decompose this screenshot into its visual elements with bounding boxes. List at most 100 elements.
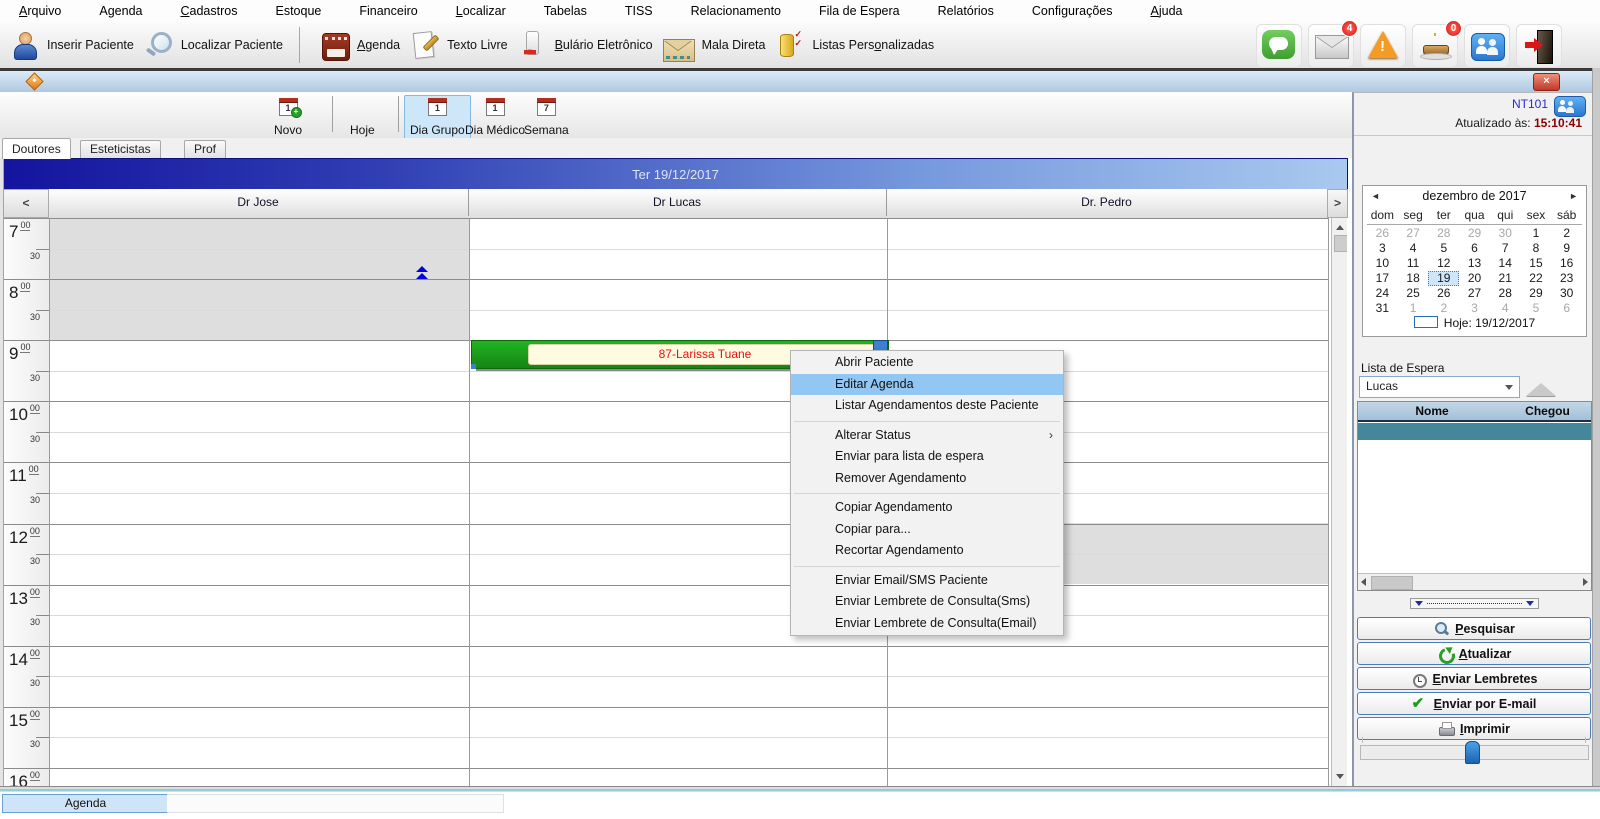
calendar-day-20[interactable]: 20: [1459, 271, 1490, 286]
calendar-day-31[interactable]: 31: [1367, 301, 1398, 316]
menubar-item-relat-rios[interactable]: Relatórios: [919, 4, 1013, 18]
menubar-item-agenda[interactable]: Agenda: [80, 4, 161, 18]
calendar-day-27[interactable]: 27: [1459, 286, 1490, 301]
people-chat-icon[interactable]: [1554, 96, 1586, 117]
new-appointment-button[interactable]: + Novo: [268, 95, 308, 140]
calendar-day-16[interactable]: 16: [1551, 256, 1582, 271]
waiting-list-doctor-select[interactable]: Lucas: [1359, 376, 1520, 398]
enviar-por-e-mail-button[interactable]: Enviar por E-mail: [1357, 692, 1591, 715]
menu-item-abrir-paciente[interactable]: Abrir Paciente: [791, 352, 1063, 374]
calendar-day-6[interactable]: 6: [1551, 301, 1582, 316]
menubar-item-cadastros[interactable]: Cadastros: [162, 4, 257, 18]
calendar-day-30[interactable]: 30: [1551, 286, 1582, 301]
calendar-day-6[interactable]: 6: [1459, 241, 1490, 256]
panel-splitter[interactable]: [1410, 598, 1539, 609]
calendar-day-4[interactable]: 4: [1398, 241, 1429, 256]
scroll-right-arrow[interactable]: [1583, 578, 1588, 586]
scroll-up-arrow[interactable]: [1332, 220, 1347, 235]
calendar-day-25[interactable]: 25: [1398, 286, 1429, 301]
menu-item-enviar-para-lista-de-espera[interactable]: Enviar para lista de espera: [791, 446, 1063, 468]
today-button[interactable]: Hoje: [344, 95, 381, 140]
calendar-day-24[interactable]: 24: [1367, 286, 1398, 301]
status-birthday-button[interactable]: 0: [1412, 20, 1462, 68]
waiting-col-chegou[interactable]: Chegou: [1506, 402, 1589, 420]
calendar-day-21[interactable]: 21: [1490, 271, 1521, 286]
calendar-day-12[interactable]: 12: [1428, 256, 1459, 271]
zoom-slider[interactable]: [1360, 741, 1589, 764]
waiting-list-table[interactable]: Nome Chegou: [1357, 401, 1592, 591]
atualizar-button[interactable]: Atualizar: [1357, 642, 1591, 665]
calendar-day-3[interactable]: 3: [1367, 241, 1398, 256]
toolbar-button-magnifier-big[interactable]: Localizar Paciente: [144, 30, 283, 60]
calendar-day-18[interactable]: 18: [1398, 271, 1429, 286]
menubar-item-configura-es[interactable]: Configurações: [1013, 4, 1132, 18]
scrollbar-thumb[interactable]: [1334, 235, 1347, 252]
menubar-item-relacionamento[interactable]: Relacionamento: [672, 4, 800, 18]
menubar-item-tiss[interactable]: TISS: [606, 4, 672, 18]
status-alert-button[interactable]: [1360, 24, 1406, 68]
calendar-day-1[interactable]: 1: [1398, 301, 1429, 316]
calendar-day-11[interactable]: 11: [1398, 256, 1429, 271]
calendar-day-2[interactable]: 2: [1428, 301, 1459, 316]
calendar-day-5[interactable]: 5: [1428, 241, 1459, 256]
calendar-day-1[interactable]: 1: [1521, 226, 1552, 241]
calendar-day-17[interactable]: 17: [1367, 271, 1398, 286]
calendar-day-10[interactable]: 10: [1367, 256, 1398, 271]
menubar-item-financeiro[interactable]: Financeiro: [340, 4, 436, 18]
scroll-left-arrow[interactable]: [1361, 578, 1366, 586]
calendar-day-3[interactable]: 3: [1459, 301, 1490, 316]
scroll-columns-right-button[interactable]: >: [1327, 189, 1348, 218]
calendar-day-5[interactable]: 5: [1521, 301, 1552, 316]
menu-item-alterar-status[interactable]: Alterar Status ›: [791, 425, 1063, 447]
menubar-item-fila-de-espera[interactable]: Fila de Espera: [800, 4, 919, 18]
menubar-item-estoque[interactable]: Estoque: [256, 4, 340, 18]
scroll-down-arrow[interactable]: [1332, 769, 1347, 784]
calendar-day-29[interactable]: 29: [1459, 226, 1490, 241]
menu-item-copiar-para[interactable]: Copiar para...: [791, 519, 1063, 541]
calendar-day-7[interactable]: 7: [1490, 241, 1521, 256]
menu-item-listar-agendamentos-deste-paciente[interactable]: Listar Agendamentos deste Paciente: [791, 395, 1063, 417]
zoom-slider-thumb[interactable]: [1465, 741, 1480, 764]
week-view-button[interactable]: Semana: [518, 95, 575, 140]
waiting-list-hscrollbar[interactable]: [1358, 573, 1591, 590]
toolbar-button-person[interactable]: Inserir Paciente: [10, 30, 134, 60]
calendar-day-28[interactable]: 28: [1490, 286, 1521, 301]
calendar-day-19[interactable]: 19: [1428, 271, 1460, 286]
scroll-columns-left-button[interactable]: <: [3, 189, 49, 218]
status-mail-button[interactable]: 4: [1308, 20, 1358, 68]
calendar-day-15[interactable]: 15: [1521, 256, 1552, 271]
grid-vertical-scrollbar[interactable]: [1331, 218, 1347, 786]
waiting-col-nome[interactable]: Nome: [1358, 402, 1506, 420]
toolbar-button-medicine[interactable]: Bulário Eletrônico: [518, 30, 653, 60]
pesquisar-button[interactable]: Pesquisar: [1357, 617, 1591, 640]
column-header-dr-lucas[interactable]: Dr Lucas: [468, 189, 887, 216]
calendar-day-26[interactable]: 26: [1367, 226, 1398, 241]
calendar-day-23[interactable]: 23: [1551, 271, 1582, 286]
mini-calendar-today[interactable]: Hoje: 19/12/2017: [1363, 316, 1586, 332]
bottom-tab-agenda[interactable]: Agenda: [2, 794, 169, 813]
column-header-dr-jose[interactable]: Dr Jose: [48, 189, 469, 216]
calendar-day-29[interactable]: 29: [1521, 286, 1552, 301]
status-people-button[interactable]: [1464, 24, 1510, 68]
calendar-day-27[interactable]: 27: [1398, 226, 1429, 241]
enviar-lembretes-button[interactable]: Enviar Lembretes: [1357, 667, 1591, 690]
menu-item-copiar-agendamento[interactable]: Copiar Agendamento: [791, 497, 1063, 519]
next-month-arrow[interactable]: ►: [1569, 191, 1578, 201]
appointment-resize-corner[interactable]: [471, 364, 476, 369]
menu-item-remover-agendamento[interactable]: Remover Agendamento: [791, 468, 1063, 490]
tab-esteticistas[interactable]: Esteticistas: [80, 140, 161, 158]
tab-prof[interactable]: Prof: [184, 140, 227, 158]
calendar-day-14[interactable]: 14: [1490, 256, 1521, 271]
menu-item-enviar-email-sms-paciente[interactable]: Enviar Email/SMS Paciente: [791, 570, 1063, 592]
column-header-dr-pedro[interactable]: Dr. Pedro: [886, 189, 1328, 216]
calendar-day-9[interactable]: 9: [1551, 241, 1582, 256]
schedule-grid[interactable]: 7 00 30 8 00 30 9 00 30 10 00 30 11 00 30 12 00 30 13 00 30 1…: [3, 218, 1347, 786]
toolbar-button-envelope2[interactable]: Mala Direta: [662, 34, 765, 62]
status-chat-button[interactable]: [1256, 24, 1302, 68]
menubar-item-ajuda[interactable]: Ajuda: [1132, 4, 1202, 18]
calendar-day-4[interactable]: 4: [1490, 301, 1521, 316]
calendar-day-13[interactable]: 13: [1459, 256, 1490, 271]
menubar-item-tabelas[interactable]: Tabelas: [525, 4, 606, 18]
scroll-up-indicator-icon[interactable]: [414, 266, 430, 282]
tab-doutores[interactable]: Doutores: [2, 138, 71, 159]
